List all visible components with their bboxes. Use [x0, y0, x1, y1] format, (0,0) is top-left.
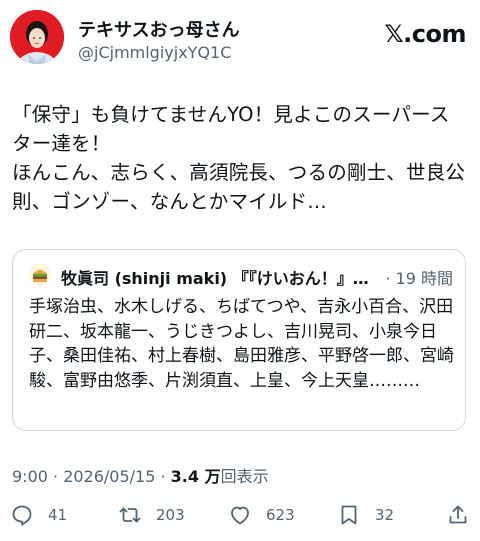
bookmark-icon — [341, 505, 357, 525]
share-button[interactable] — [446, 500, 470, 530]
quote-timestamp[interactable]: · 19 時間 — [383, 265, 453, 288]
quote-author[interactable]: 牧眞司 (shinji maki) 『『けいおん！』… — [61, 265, 369, 288]
quote-avatar[interactable] — [29, 264, 51, 286]
view-label: 回表示 — [220, 467, 269, 486]
quote-text: 手塚治虫、水木しげる、ちばてつや、吉永小百合、沢田研二、坂本龍一、うじきつよし、… — [29, 297, 454, 391]
share-icon — [449, 505, 467, 524]
author-handle[interactable]: @jCjmmlgiyjxYQ1C — [78, 43, 231, 62]
reply-count: 41 — [48, 506, 68, 524]
tweet-timestamp[interactable]: 9:00 · 2026/05/15 · — [12, 467, 171, 486]
like-button[interactable]: 623 — [228, 500, 295, 530]
tweet-header: テキサスおっ母さん @jCjmmlgiyjxYQ1C 𝕏.com — [10, 10, 470, 66]
reply-icon — [12, 505, 32, 526]
like-count: 623 — [266, 506, 295, 524]
repost-button[interactable]: 203 — [118, 500, 185, 530]
bookmark-count: 32 — [375, 506, 395, 524]
tweet-meta: 9:00 · 2026/05/15 · 3.4 万回表示 — [12, 463, 269, 487]
bookmark-button[interactable]: 32 — [337, 500, 394, 530]
view-count: 3.4 万 — [170, 467, 221, 486]
avatar[interactable] — [10, 10, 64, 64]
x-logo: 𝕏.com — [384, 20, 466, 48]
action-bar: 41 203 623 32 — [0, 500, 480, 532]
quoted-tweet[interactable]: 牧眞司 (shinji maki) 『『けいおん！』… · 19 時間 手塚治虫… — [12, 249, 466, 431]
repost-icon — [119, 507, 141, 523]
reply-button[interactable]: 41 — [10, 500, 67, 530]
like-icon — [231, 506, 249, 525]
author-name[interactable]: テキサスおっ母さん — [78, 16, 240, 42]
quoted-tweet-header: 牧眞司 (shinji maki) 『『けいおん！』… · 19 時間 — [29, 264, 453, 288]
tweet-text: 「保守」も負けてませんYO！見よこのスーパースター達を！ ほんこん、志らく、高須… — [12, 103, 466, 213]
repost-count: 203 — [156, 506, 185, 524]
